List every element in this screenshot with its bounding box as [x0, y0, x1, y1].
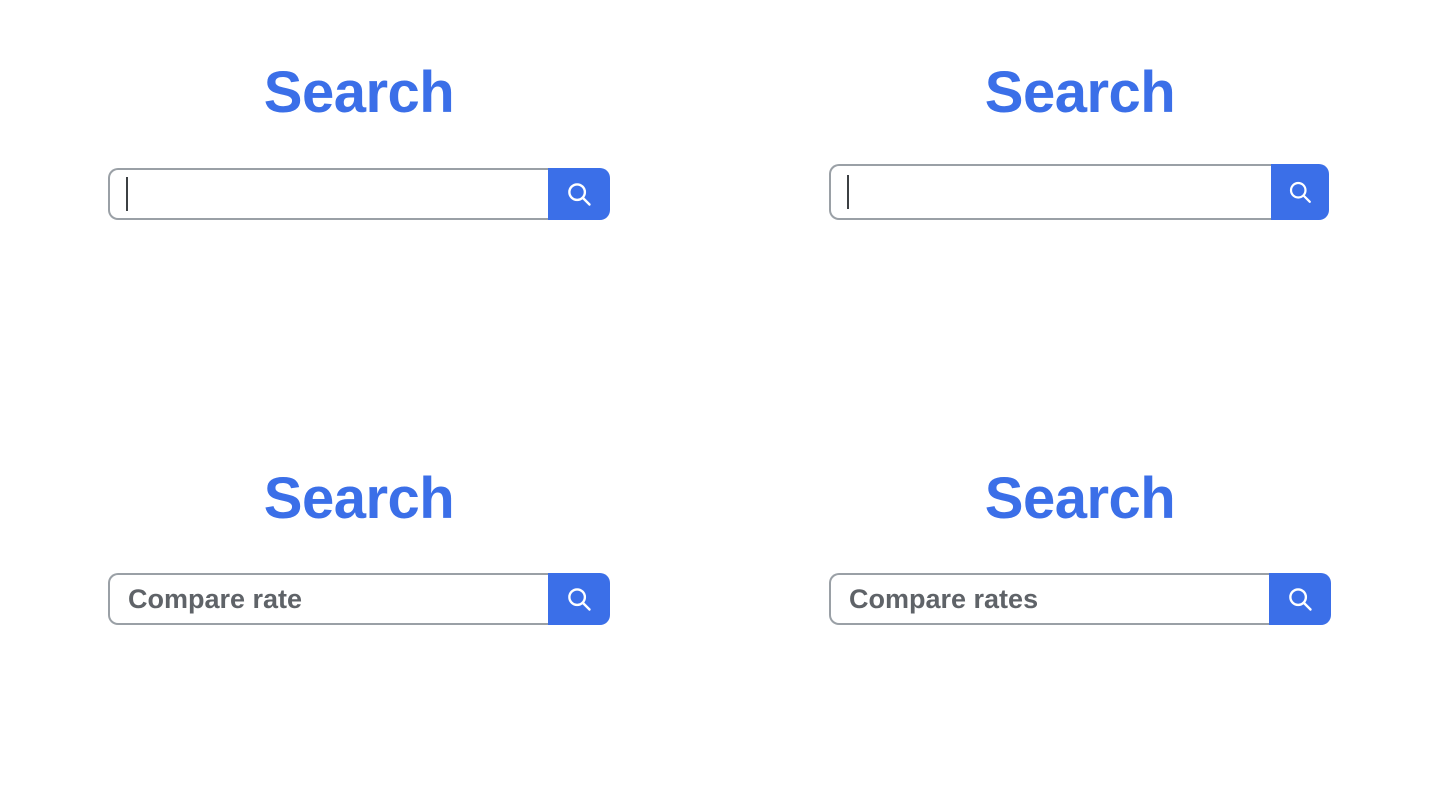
search-icon — [564, 179, 594, 209]
search-button[interactable] — [1269, 573, 1331, 625]
search-icon — [1286, 178, 1314, 206]
page-title: Search — [263, 60, 455, 125]
search-input[interactable] — [829, 164, 1271, 220]
search-bar — [829, 164, 1329, 220]
search-bar — [108, 168, 610, 220]
search-input[interactable] — [108, 168, 548, 220]
text-caret — [126, 177, 128, 211]
search-button[interactable] — [1271, 164, 1329, 220]
text-caret — [847, 175, 849, 209]
search-button[interactable] — [548, 168, 610, 220]
search-widget-bottom-right: Search Compare rates — [829, 470, 1331, 625]
page-title: Search — [263, 466, 455, 531]
search-input-value: Compare rate — [128, 583, 303, 614]
search-bar: Compare rates — [829, 573, 1331, 625]
search-input-value: Compare rates — [849, 583, 1039, 614]
search-widget-top-right: Search — [829, 64, 1331, 220]
search-icon — [1285, 584, 1315, 614]
search-button[interactable] — [548, 573, 610, 625]
search-widget-bottom-left: Search Compare rate — [108, 470, 610, 625]
search-input[interactable]: Compare rates — [829, 573, 1269, 625]
page-title: Search — [984, 466, 1176, 531]
search-widget-top-left: Search — [108, 64, 610, 220]
search-bar: Compare rate — [108, 573, 610, 625]
search-icon — [564, 584, 594, 614]
page-title: Search — [984, 60, 1176, 125]
search-widget-gallery: Search Search Search Compare rate Search… — [0, 0, 1440, 810]
search-input[interactable]: Compare rate — [108, 573, 548, 625]
